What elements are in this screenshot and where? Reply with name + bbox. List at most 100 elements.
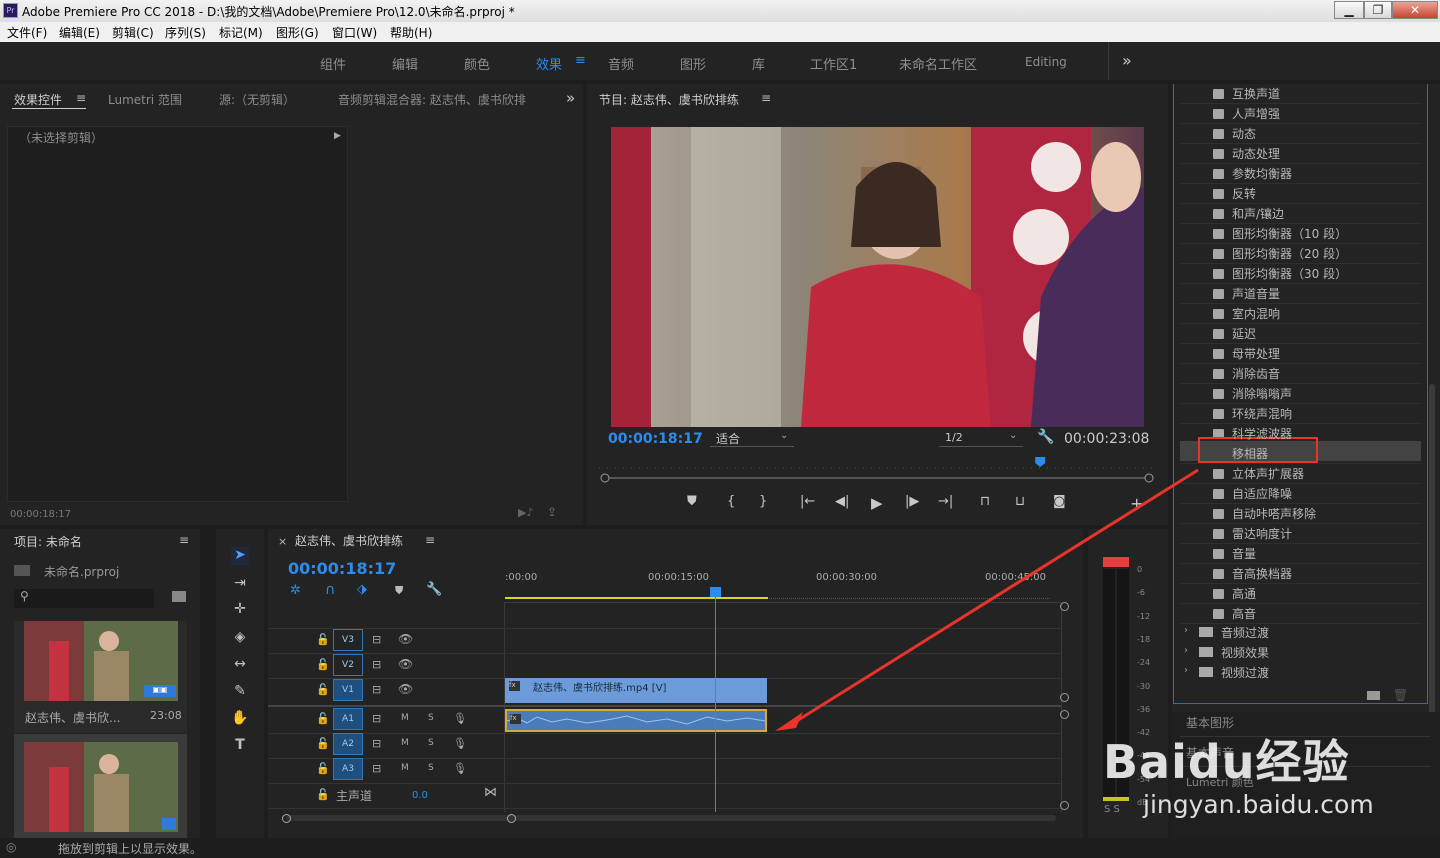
- add-marker-icon[interactable]: ⛊: [687, 494, 697, 509]
- workspace-libraries[interactable]: 库: [752, 54, 765, 73]
- workspace-more-icon[interactable]: »: [1122, 51, 1132, 70]
- snap-icon[interactable]: ∩: [325, 582, 335, 598]
- workspace-effects[interactable]: 效果: [536, 54, 562, 73]
- program-menu-icon[interactable]: ≡: [761, 91, 771, 105]
- track-target-button[interactable]: V1: [333, 679, 363, 701]
- lock-icon[interactable]: 🔓: [316, 658, 330, 671]
- timeline-hscroll[interactable]: [286, 815, 1056, 821]
- audio-clip[interactable]: fx: [505, 709, 767, 732]
- close-button[interactable]: ✕: [1392, 1, 1438, 19]
- fit-dropdown[interactable]: 适合 ⌄: [710, 430, 794, 447]
- effect-item[interactable]: 自动咔嗒声移除: [1232, 505, 1316, 522]
- effect-item[interactable]: 参数均衡器: [1232, 165, 1292, 182]
- work-area-bar[interactable]: [505, 597, 768, 599]
- zoom-handle-left[interactable]: [282, 814, 291, 823]
- filter-icon[interactable]: ▶♪: [518, 506, 533, 519]
- tab-source[interactable]: 源:（无剪辑）: [219, 91, 295, 108]
- program-scrubber[interactable]: [597, 457, 1157, 487]
- expand-arrow-icon[interactable]: ▶: [334, 131, 341, 141]
- pen-tool-icon[interactable]: ✎: [231, 683, 249, 701]
- sync-lock-icon[interactable]: ⊟: [372, 683, 381, 696]
- eye-icon[interactable]: 👁: [398, 682, 413, 696]
- workspace-assembly[interactable]: 组件: [320, 54, 346, 73]
- sequence-tab[interactable]: 赵志伟、虞书欣排练: [295, 532, 403, 549]
- track-target-button[interactable]: A3: [333, 758, 363, 780]
- lift-icon[interactable]: ⊓: [980, 494, 990, 509]
- mute-button[interactable]: M: [401, 738, 409, 748]
- effect-item[interactable]: 音量: [1232, 545, 1256, 562]
- effect-item[interactable]: 自适应降噪: [1232, 485, 1292, 502]
- folder-expand-icon[interactable]: ›: [1184, 645, 1188, 656]
- sync-lock-icon[interactable]: ⊟: [372, 762, 381, 775]
- lock-icon[interactable]: 🔓: [316, 683, 330, 696]
- tab-audio-clip-mixer[interactable]: 音频剪辑混合器: 赵志伟、虞书欣排: [338, 91, 526, 108]
- workspace-graphics[interactable]: 图形: [680, 54, 706, 73]
- solo-button[interactable]: S: [428, 713, 434, 723]
- play-icon[interactable]: ▶: [871, 494, 883, 512]
- menu-graphics[interactable]: 图形(G): [276, 24, 319, 41]
- folder-video-effects[interactable]: 视频效果: [1221, 644, 1269, 661]
- effect-item[interactable]: 移相器: [1232, 445, 1268, 462]
- project-title[interactable]: 项目: 未命名: [14, 533, 82, 550]
- microphone-icon[interactable]: 🎙: [453, 712, 467, 725]
- close-sequence-icon[interactable]: ×: [278, 535, 287, 548]
- go-to-in-icon[interactable]: |←: [800, 494, 815, 509]
- linked-selection-icon[interactable]: ⬗: [357, 582, 367, 597]
- mark-in-icon[interactable]: {: [727, 494, 735, 509]
- tab-effect-controls[interactable]: 效果控件: [14, 91, 62, 108]
- effect-item[interactable]: 母带处理: [1232, 345, 1280, 362]
- effect-item[interactable]: 声道音量: [1232, 285, 1280, 302]
- effect-item[interactable]: 雷达响度计: [1232, 525, 1292, 542]
- playhead[interactable]: [715, 587, 716, 812]
- workspace-color[interactable]: 颜色: [464, 54, 490, 73]
- folder-audio-transitions[interactable]: 音频过渡: [1221, 624, 1269, 641]
- menu-file[interactable]: 文件(F): [7, 24, 47, 41]
- effects-scrollbar[interactable]: [1429, 384, 1435, 714]
- effect-item[interactable]: 图形均衡器（30 段）: [1232, 265, 1347, 282]
- panel-menu-icon[interactable]: ≡: [76, 91, 86, 105]
- scroll-handle[interactable]: [1060, 693, 1069, 702]
- scroll-handle[interactable]: [1060, 710, 1069, 719]
- sync-lock-icon[interactable]: ⊟: [372, 712, 381, 725]
- razor-tool-icon[interactable]: ◈: [231, 629, 249, 647]
- add-marker-icon[interactable]: ⛊: [395, 584, 403, 598]
- master-lock-icon[interactable]: 🔓: [316, 788, 330, 801]
- lock-icon[interactable]: 🔓: [316, 712, 330, 725]
- wrench-icon[interactable]: 🔧: [1037, 429, 1054, 445]
- effect-item[interactable]: 消除嗡嗡声: [1232, 385, 1292, 402]
- mute-button[interactable]: M: [401, 713, 409, 723]
- menu-marker[interactable]: 标记(M): [219, 24, 263, 41]
- maximize-button[interactable]: ❐: [1364, 1, 1392, 19]
- slip-tool-icon[interactable]: ↔: [231, 656, 249, 674]
- sync-lock-icon[interactable]: ⊟: [372, 633, 381, 646]
- track-target-button[interactable]: A2: [333, 733, 363, 755]
- microphone-icon[interactable]: 🎙: [453, 737, 467, 750]
- effect-item[interactable]: 环绕声混响: [1232, 405, 1292, 422]
- effect-item[interactable]: 音高换档器: [1232, 565, 1292, 582]
- effect-item[interactable]: 立体声扩展器: [1232, 465, 1304, 482]
- scroll-handle[interactable]: [1060, 602, 1069, 611]
- timeline-timecode[interactable]: 00:00:18:17: [288, 559, 396, 578]
- effect-item[interactable]: 高通: [1232, 585, 1256, 602]
- effect-item[interactable]: 和声/镶边: [1232, 205, 1284, 222]
- effect-item[interactable]: 消除齿音: [1232, 365, 1280, 382]
- track-target-button[interactable]: A1: [333, 708, 363, 730]
- step-back-icon[interactable]: ◀|: [835, 494, 849, 509]
- effect-item[interactable]: 室内混响: [1232, 305, 1280, 322]
- workspace-editing-en[interactable]: Editing: [1025, 55, 1067, 69]
- new-bin-icon[interactable]: [172, 591, 186, 602]
- menu-help[interactable]: 帮助(H): [390, 24, 432, 41]
- clip-indicator[interactable]: [1103, 557, 1129, 567]
- nest-icon[interactable]: ✲: [290, 583, 301, 598]
- sync-lock-icon[interactable]: ⊟: [372, 658, 381, 671]
- master-volume-value[interactable]: 0.0: [412, 790, 428, 801]
- master-fit-icon[interactable]: ⋈: [484, 785, 497, 800]
- add-button-icon[interactable]: +: [1130, 494, 1143, 513]
- mute-button[interactable]: M: [401, 763, 409, 773]
- microphone-icon[interactable]: 🎙: [453, 762, 467, 775]
- type-tool-icon[interactable]: T: [231, 737, 249, 755]
- video-clip[interactable]: fx 赵志伟、虞书欣排练.mp4 [V]: [505, 678, 767, 703]
- eye-icon[interactable]: 👁: [398, 632, 413, 646]
- effect-item[interactable]: 延迟: [1232, 325, 1256, 342]
- track-target-button[interactable]: V2: [333, 654, 363, 676]
